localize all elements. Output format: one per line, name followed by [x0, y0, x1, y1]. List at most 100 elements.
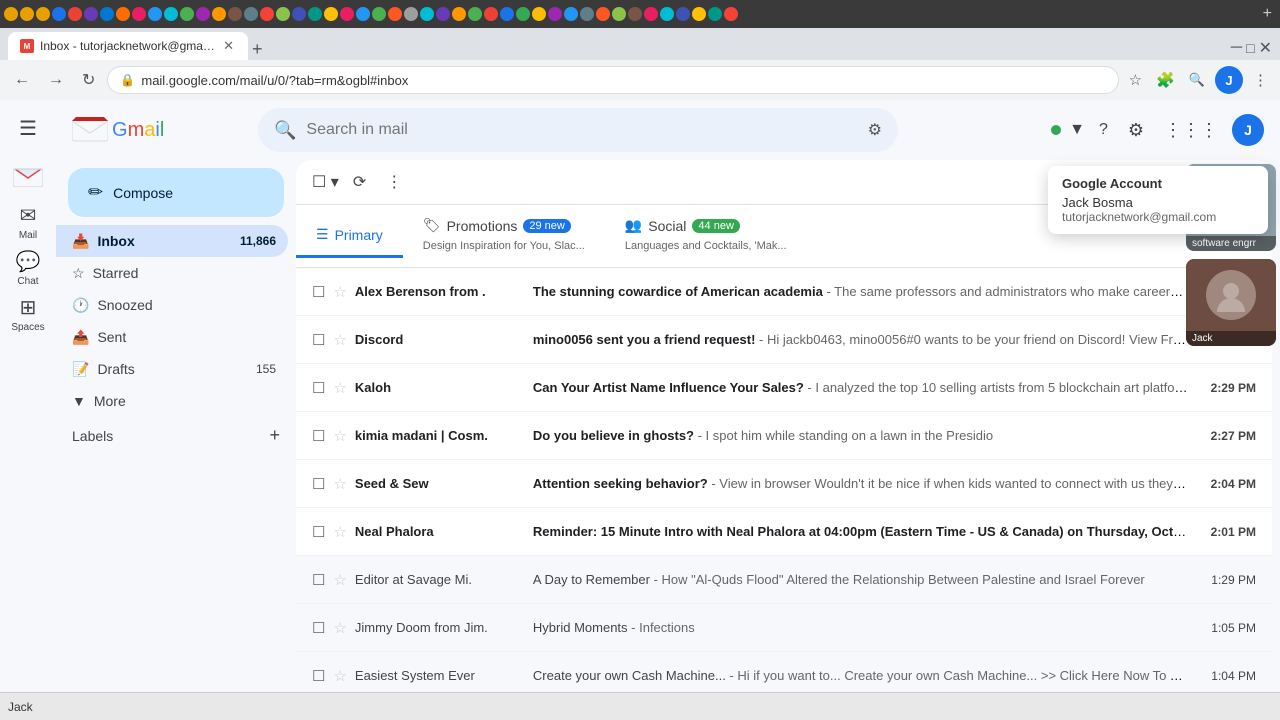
filter-icon[interactable]: ⚙ — [868, 120, 882, 140]
mail-icon: ✉ — [20, 203, 37, 228]
email-time: 1:05 PM — [1196, 621, 1256, 635]
snoozed-label: Snoozed — [97, 297, 152, 313]
minimize-button[interactable]: ─ — [1231, 39, 1242, 57]
search-input[interactable] — [306, 121, 857, 139]
browser-tab-gmail[interactable]: M Inbox - tutorjacknetwork@gmail.com - G… — [8, 32, 248, 60]
email-row[interactable]: ☐ ☆ kimia madani | Cosm. Do you believe … — [296, 412, 1272, 460]
browser-toolbar: ← → ↻ 🔒 mail.google.com/mail/u/0/?tab=rm… — [0, 60, 1280, 100]
inbox-label: Inbox — [97, 233, 134, 249]
search-bar[interactable]: 🔍 ⚙ — [258, 108, 898, 152]
email-time: 2:04 PM — [1196, 477, 1256, 491]
google-apps-button[interactable]: ⋮⋮⋮ — [1158, 114, 1224, 147]
email-checkbox[interactable]: ☐ — [312, 379, 325, 397]
email-checkbox[interactable]: ☐ — [312, 475, 325, 493]
email-checkbox[interactable]: ☐ — [312, 427, 325, 445]
forward-button[interactable]: → — [42, 67, 70, 93]
email-star[interactable]: ☆ — [333, 667, 346, 685]
email-star[interactable]: ☆ — [333, 619, 346, 637]
sidebar-item-sent[interactable]: 📤 Sent — [56, 321, 288, 353]
settings-button[interactable]: ⚙ — [1122, 114, 1150, 147]
social-tab-icon: 👥 — [625, 217, 642, 234]
chrome-extension-1[interactable]: 🔍 — [1185, 68, 1209, 92]
email-row[interactable]: ☐ ☆ Alex Berenson from . The stunning co… — [296, 268, 1272, 316]
help-button[interactable]: ? — [1093, 115, 1114, 145]
taskbar: + — [0, 0, 1280, 28]
snoozed-icon: 🕐 — [72, 297, 89, 314]
sidebar-item-mail[interactable]: ✉ Mail — [15, 199, 41, 245]
select-all-checkbox[interactable]: ☐ ▾ — [312, 172, 339, 192]
email-star[interactable]: ☆ — [333, 331, 346, 349]
new-tab-button[interactable]: + — [1259, 5, 1276, 23]
email-row[interactable]: ☐ ☆ Editor at Savage Mi. A Day to Rememb… — [296, 556, 1272, 604]
drafts-label: Drafts — [97, 361, 134, 377]
sidebar-item-chat[interactable]: 💬 Chat — [12, 245, 45, 291]
email-star[interactable]: ☆ — [333, 475, 346, 493]
extension-button[interactable]: 🧩 — [1152, 67, 1179, 93]
sidebar-item-starred[interactable]: ☆ Starred — [56, 257, 288, 289]
lock-icon: 🔒 — [120, 73, 135, 87]
email-star[interactable]: ☆ — [333, 283, 346, 301]
close-window-button[interactable]: ✕ — [1259, 38, 1272, 58]
refresh-button[interactable]: ⟳ — [347, 168, 372, 196]
primary-tab-icon: ☰ — [316, 226, 329, 243]
sidebar-item-snoozed[interactable]: 🕐 Snoozed — [56, 289, 288, 321]
gmail-sidebar: ✏ Compose 📥 Inbox 11,866 ☆ Starred 🕐 Sno… — [56, 160, 296, 720]
new-tab-browser-button[interactable]: + — [252, 39, 263, 60]
email-checkbox[interactable]: ☐ — [312, 283, 325, 301]
starred-label: Starred — [93, 265, 139, 281]
email-star[interactable]: ☆ — [333, 427, 346, 445]
sidebar-item-spaces[interactable]: ⊞ Spaces — [7, 291, 48, 337]
email-subject-preview: mino0056 sent you a friend request! - Hi… — [533, 332, 1188, 347]
account-tooltip: Google Account Jack Bosma tutorjacknetwo… — [1048, 166, 1268, 234]
email-checkbox[interactable]: ☐ — [312, 331, 325, 349]
email-row[interactable]: ☐ ☆ Discord mino0056 sent you a friend r… — [296, 316, 1272, 364]
account-avatar-button[interactable]: J — [1232, 114, 1264, 146]
sidebar-item-drafts[interactable]: 📝 Drafts 155 — [56, 353, 288, 385]
promotions-badge: 29 new — [523, 219, 570, 233]
email-row[interactable]: ☐ ☆ Seed & Sew Attention seeking behavio… — [296, 460, 1272, 508]
email-row[interactable]: ☐ ☆ Kaloh Can Your Artist Name Influence… — [296, 364, 1272, 412]
email-checkbox[interactable]: ☐ — [312, 571, 325, 589]
tab-primary[interactable]: ☰ Primary — [296, 214, 403, 258]
email-star[interactable]: ☆ — [333, 379, 346, 397]
email-checkbox[interactable]: ☐ — [312, 523, 325, 541]
dropdown-button[interactable]: ▼ — [1069, 121, 1085, 139]
tooltip-email: tutorjacknetwork@gmail.com — [1062, 210, 1254, 224]
sent-icon: 📤 — [72, 329, 89, 346]
email-star[interactable]: ☆ — [333, 571, 346, 589]
email-star[interactable]: ☆ — [333, 523, 346, 541]
more-options-button[interactable]: ⋮ — [380, 168, 408, 196]
promotions-tab-label: Promotions — [447, 218, 518, 234]
more-label: More — [94, 393, 126, 409]
tab-promotions[interactable]: 🏷 Promotions 29 new Design Inspiration f… — [403, 205, 605, 267]
promotions-tab-icon: 🏷 — [423, 217, 441, 234]
gmail-left-nav: ☰ ✉ Mail 💬 Chat ⊞ Spaces — [0, 100, 56, 720]
maximize-button[interactable]: □ — [1246, 40, 1254, 56]
menu-button[interactable]: ⋮ — [1249, 67, 1272, 93]
gmail-logo — [13, 161, 43, 191]
sidebar-item-inbox[interactable]: 📥 Inbox 11,866 — [56, 225, 288, 257]
email-row[interactable]: ☐ ☆ Jimmy Doom from Jim. Hybrid Moments … — [296, 604, 1272, 652]
bookmark-button[interactable]: ☆ — [1125, 67, 1146, 93]
sidebar-item-more[interactable]: ▼ More — [56, 385, 288, 417]
add-label-button[interactable]: + — [269, 425, 280, 446]
browser-window: + M Inbox - tutorjacknetwork@gmail.com -… — [0, 0, 1280, 100]
online-indicator — [1051, 125, 1061, 135]
back-button[interactable]: ← — [8, 67, 36, 93]
starred-icon: ☆ — [72, 265, 85, 282]
profile-button[interactable]: J — [1215, 66, 1243, 94]
gmail-logo-area: Gmail — [72, 117, 242, 143]
email-time: 1:29 PM — [1196, 573, 1256, 587]
tab-social[interactable]: 👥 Social 44 new Languages and Cocktails,… — [605, 205, 807, 267]
close-tab-button[interactable]: ✕ — [221, 38, 236, 54]
drafts-icon: 📝 — [72, 361, 89, 378]
email-checkbox[interactable]: ☐ — [312, 619, 325, 637]
compose-button[interactable]: ✏ Compose — [68, 168, 284, 217]
email-row[interactable]: ☐ ☆ Neal Phalora Reminder: 15 Minute Int… — [296, 508, 1272, 556]
email-checkbox[interactable]: ☐ — [312, 667, 325, 685]
reload-button[interactable]: ↻ — [76, 66, 101, 94]
gmail-wordmark: Gmail — [112, 119, 164, 142]
hamburger-menu-button[interactable]: ☰ — [11, 108, 45, 149]
address-bar[interactable]: 🔒 mail.google.com/mail/u/0/?tab=rm&ogbl#… — [107, 66, 1118, 94]
inbox-icon: 📥 — [72, 233, 89, 250]
